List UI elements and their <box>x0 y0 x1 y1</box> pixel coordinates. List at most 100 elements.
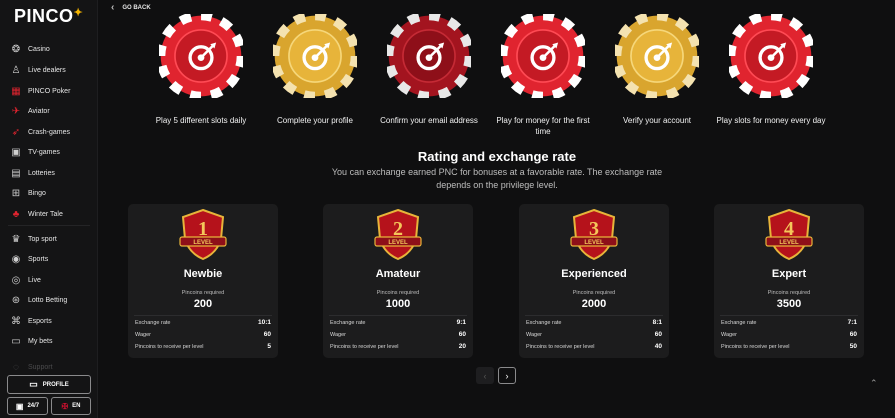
airplane-icon: ✈ <box>11 105 21 117</box>
sidebar-item-support[interactable]: ◌ Support <box>10 359 53 375</box>
per-level-row: Pincoins to receive per level 5 <box>135 343 271 350</box>
wager-row: Wager 60 <box>721 331 857 338</box>
sidebar-item-my-bets[interactable]: ▭ My bets <box>10 333 52 349</box>
exchange-rate-row: Exchange rate 7:1 <box>721 319 857 326</box>
sidebar-item-tv-games[interactable]: ▣ TV-games <box>10 144 60 160</box>
level-card: 4 LEVEL Expert Pincoins required 3500 Ex… <box>714 204 864 358</box>
task-card: Play for money for the first time <box>488 11 598 137</box>
prev-page-button[interactable]: ‹ <box>476 367 494 384</box>
chevron-left-icon: ‹ <box>111 2 115 13</box>
task-card: Play 5 different slots daily <box>146 11 256 126</box>
rating-section-description: You can exchange earned PNC for bonuses … <box>331 167 663 190</box>
lottery-icon: ▤ <box>11 167 21 179</box>
sidebar-item-top-sport[interactable]: ♛ Top sport <box>10 231 57 247</box>
trophy-icon: ♛ <box>11 233 21 245</box>
pincoins-required-value: 2000 <box>581 298 607 310</box>
profile-button[interactable]: ▭ PROFILE <box>7 375 91 394</box>
language-button[interactable]: ✠ EN <box>51 397 91 415</box>
sidebar-item-live-dealers[interactable]: ♙ Live dealers <box>10 62 66 78</box>
per-level-row: Pincoins to receive per level 50 <box>721 343 857 350</box>
wager-row: Wager 60 <box>330 331 466 338</box>
chevron-up-icon: ⌃ <box>870 378 878 388</box>
pincoins-required-value: 200 <box>193 298 213 310</box>
sidebar: PINCO✦ ❂ Casino ♙ Live dealers ▦ PINCO Poke… <box>0 0 98 418</box>
svg-text:LEVEL: LEVEL <box>584 240 604 246</box>
level-name: Amateur <box>375 268 421 280</box>
sidebar-item-crash-games[interactable]: ➶ Crash-games <box>10 124 70 140</box>
chevron-right-icon: › <box>505 370 509 381</box>
next-page-button[interactable]: › <box>498 367 516 384</box>
red-chip-target-icon <box>156 11 246 101</box>
pincoins-required-value: 3500 <box>776 298 802 310</box>
sidebar-item-sports[interactable]: ◉ Sports <box>10 251 49 267</box>
pincoins-required-label: Pincoins required <box>376 290 420 296</box>
support-icon: ◌ <box>13 361 19 373</box>
task-card: Confirm your email address <box>374 11 484 126</box>
card-divider <box>134 315 272 316</box>
svg-text:LEVEL: LEVEL <box>193 240 213 246</box>
svg-text:3: 3 <box>589 218 599 240</box>
sidebar-item-winter-tale[interactable]: ♣ Winter Tale <box>10 206 63 222</box>
support-chat-button[interactable]: ▣ 24/7 <box>7 397 48 415</box>
rating-section-title: Rating and exchange rate <box>417 149 577 164</box>
level-card: 1 LEVEL Newbie Pincoins required 200 Exc… <box>128 204 278 358</box>
task-card: Verify your account <box>602 11 712 126</box>
sidebar-item-lotteries[interactable]: ▤ Lotteries <box>10 165 55 181</box>
svg-text:2: 2 <box>393 218 403 240</box>
chevron-left-icon: ‹ <box>483 370 487 381</box>
level-shield-badge-icon: 1 LEVEL <box>179 209 227 261</box>
red-chip-target-icon <box>498 11 588 101</box>
svg-text:LEVEL: LEVEL <box>779 240 799 246</box>
wager-row: Wager 60 <box>526 331 662 338</box>
profile-card-icon: ▭ <box>29 379 38 389</box>
level-shield-badge-icon: 3 LEVEL <box>570 209 618 261</box>
pincoins-required-label: Pincoins required <box>767 290 811 296</box>
level-name: Newbie <box>183 268 223 280</box>
pincoins-required-label: Pincoins required <box>572 290 616 296</box>
chat-icon: ▣ <box>15 401 24 411</box>
scroll-to-top-button[interactable]: ⌃ <box>870 378 878 389</box>
rocket-icon: ➶ <box>11 126 21 138</box>
level-name: Expert <box>771 268 807 280</box>
sidebar-item-pinco-poker[interactable]: ▦ PINCO Poker <box>10 83 70 99</box>
uk-flag-icon: ✠ <box>61 401 69 411</box>
level-card: 3 LEVEL Experienced Pincoins required 20… <box>519 204 669 358</box>
bingo-icon: ⊞ <box>11 187 21 199</box>
casino-chip-icon: ❂ <box>11 43 21 55</box>
pincoins-required-label: Pincoins required <box>181 290 225 296</box>
card-divider <box>720 315 858 316</box>
exchange-rate-row: Exchange rate 10:1 <box>135 319 271 326</box>
wager-row: Wager 60 <box>135 331 271 338</box>
task-card: Play slots for money every day <box>716 11 826 126</box>
red-chip-target-icon <box>726 11 816 101</box>
level-shield-badge-icon: 4 LEVEL <box>765 209 813 261</box>
soccer-ball-icon: ◉ <box>11 253 21 265</box>
task-card: Complete your profile <box>260 11 370 126</box>
main-content: ‹ GO BACK Play 5 different slots daily Co… <box>99 0 895 418</box>
pincoins-required-value: 1000 <box>385 298 411 310</box>
sidebar-item-lotto-betting[interactable]: ⊛ Lotto Betting <box>10 292 68 308</box>
tree-icon: ♣ <box>12 208 20 220</box>
pinco-logo[interactable]: PINCO✦ <box>14 6 83 27</box>
poker-icon: ▦ <box>11 85 21 97</box>
gold-chip-target-icon <box>270 11 360 101</box>
svg-text:LEVEL: LEVEL <box>388 240 408 246</box>
level-shield-badge-icon: 2 LEVEL <box>374 209 422 261</box>
card-divider <box>525 315 663 316</box>
sidebar-item-aviator[interactable]: ✈ Aviator <box>10 103 50 119</box>
sidebar-item-bingo[interactable]: ⊞ Bingo <box>10 185 46 201</box>
exchange-rate-row: Exchange rate 9:1 <box>330 319 466 326</box>
live-dealer-icon: ♙ <box>11 64 21 76</box>
sidebar-item-live[interactable]: ◎ Live <box>10 272 41 288</box>
gamepad-icon: ⌘ <box>11 315 21 327</box>
level-name: Experienced <box>561 268 627 280</box>
sidebar-item-casino[interactable]: ❂ Casino <box>10 41 50 57</box>
darkred-chip-target-icon <box>384 11 474 101</box>
sidebar-item-esports[interactable]: ⌘ Esports <box>10 313 52 329</box>
svg-text:4: 4 <box>784 218 794 240</box>
lotto-ball-icon: ⊛ <box>11 294 21 306</box>
level-card: 2 LEVEL Amateur Pincoins required 1000 E… <box>323 204 473 358</box>
ticket-icon: ▭ <box>11 335 21 347</box>
go-back-link[interactable]: ‹ GO BACK <box>111 2 151 13</box>
gold-chip-target-icon <box>612 11 702 101</box>
